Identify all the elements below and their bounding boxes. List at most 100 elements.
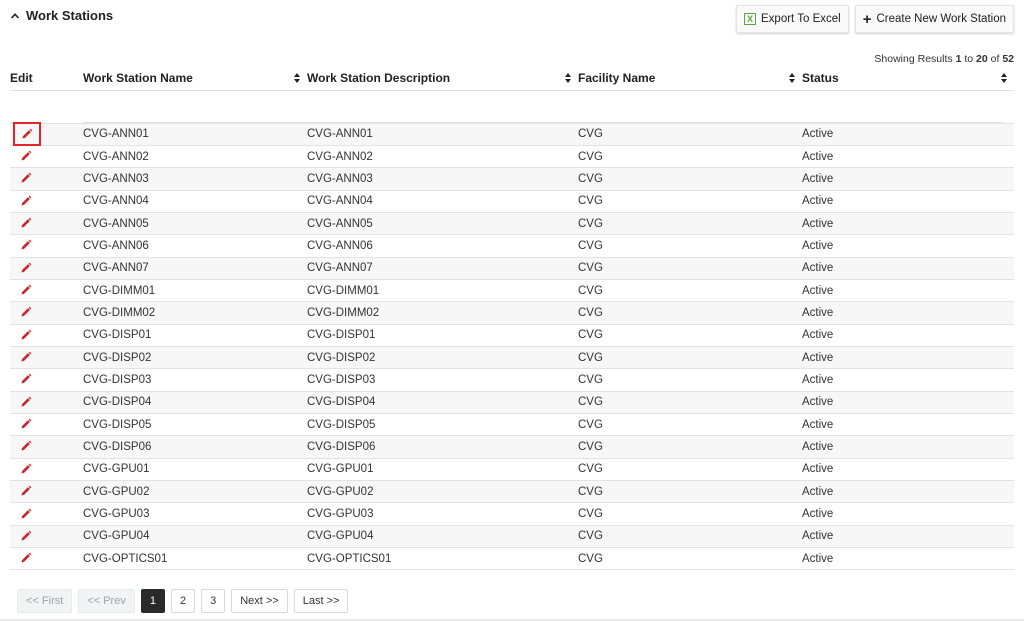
sort-icon[interactable] — [293, 72, 301, 84]
column-header-status[interactable]: Status — [802, 66, 1014, 90]
filter-cell-description — [307, 89, 578, 123]
sort-icon[interactable] — [1000, 72, 1008, 84]
work-station-name-cell: CVG-GPU01 — [83, 457, 307, 481]
facility-name-cell: CVG — [578, 301, 802, 325]
sort-icon[interactable] — [788, 72, 796, 84]
status-cell: Active — [802, 547, 1014, 571]
table-row: CVG-GPU04 CVG-GPU04 CVG Active — [10, 524, 1014, 548]
work-station-name-cell: CVG-DIMM02 — [83, 301, 307, 325]
results-of-word: of — [990, 53, 1000, 65]
table-row: CVG-ANN06 CVG-ANN06 CVG Active — [10, 234, 1014, 258]
work-station-description-cell: CVG-ANN04 — [307, 189, 578, 213]
edit-pencil-icon[interactable] — [16, 304, 36, 320]
work-station-name-cell: CVG-GPU02 — [83, 479, 307, 503]
edit-cell — [10, 256, 83, 280]
filter-facility-input[interactable] — [578, 98, 802, 123]
edit-cell — [10, 189, 83, 213]
status-cell: Active — [802, 323, 1014, 347]
column-header-description[interactable]: Work Station Description — [307, 66, 578, 90]
column-label: Edit — [10, 70, 33, 85]
edit-pencil-icon[interactable] — [16, 260, 36, 276]
next-page-button[interactable]: Next >> — [231, 589, 288, 613]
work-station-description-cell: CVG-ANN07 — [307, 256, 578, 280]
facility-name-cell: CVG — [578, 547, 802, 571]
edit-pencil-icon[interactable] — [16, 215, 36, 231]
facility-name-cell: CVG — [578, 390, 802, 414]
table-row: CVG-ANN02 CVG-ANN02 CVG Active — [10, 144, 1014, 168]
edit-pencil-icon[interactable] — [16, 371, 36, 387]
edit-pencil-icon[interactable] — [16, 416, 36, 432]
status-cell: Active — [802, 167, 1014, 191]
work-station-name-cell: CVG-ANN07 — [83, 256, 307, 280]
work-station-description-cell: CVG-ANN06 — [307, 234, 578, 258]
facility-name-cell: CVG — [578, 278, 802, 302]
edit-pencil-icon[interactable] — [16, 461, 36, 477]
work-station-description-cell: CVG-DISP05 — [307, 412, 578, 436]
table-row: CVG-DISP05 CVG-DISP05 CVG Active — [10, 412, 1014, 436]
export-to-excel-button[interactable]: X Export To Excel — [736, 5, 849, 33]
edit-pencil-icon[interactable] — [16, 349, 36, 365]
page-3-button[interactable]: 3 — [201, 589, 226, 613]
edit-cell — [10, 167, 83, 191]
first-page-button[interactable]: << First — [17, 589, 73, 613]
facility-name-cell: CVG — [578, 435, 802, 459]
page-1-button[interactable]: 1 — [140, 589, 165, 613]
table-row: CVG-GPU02 CVG-GPU02 CVG Active — [10, 479, 1014, 503]
status-cell: Active — [802, 368, 1014, 392]
edit-pencil-icon[interactable] — [16, 193, 36, 209]
table-row: CVG-ANN01 CVG-ANN01 CVG Active — [10, 122, 1014, 147]
toolbar: X Export To Excel + Create New Work Stat… — [736, 5, 1014, 33]
filter-description-input[interactable] — [307, 98, 578, 123]
edit-cell — [10, 479, 83, 503]
work-station-name-cell: CVG-DIMM01 — [83, 278, 307, 302]
edit-pencil-icon[interactable] — [16, 148, 36, 164]
filter-name-input[interactable] — [83, 98, 307, 123]
work-station-description-cell: CVG-DISP06 — [307, 435, 578, 459]
plus-icon: + — [862, 10, 872, 28]
table-row: CVG-DISP06 CVG-DISP06 CVG Active — [10, 435, 1014, 459]
edit-pencil-icon[interactable] — [16, 528, 36, 544]
edit-pencil-icon[interactable] — [16, 483, 36, 499]
filter-cell-edit — [10, 89, 83, 123]
column-header-edit: Edit — [10, 66, 83, 90]
edit-cell — [10, 524, 83, 548]
column-header-facility[interactable]: Facility Name — [578, 66, 802, 90]
sort-icon[interactable] — [564, 72, 572, 84]
edit-pencil-icon[interactable] — [16, 237, 36, 253]
facility-name-cell: CVG — [578, 323, 802, 347]
section-toggle[interactable]: Work Stations — [10, 8, 113, 23]
edit-pencil-icon[interactable] — [16, 170, 36, 186]
edit-cell — [10, 323, 83, 347]
facility-name-cell: CVG — [578, 479, 802, 503]
facility-name-cell: CVG — [578, 234, 802, 258]
edit-pencil-icon[interactable] — [16, 327, 36, 343]
prev-page-button[interactable]: << Prev — [78, 589, 135, 613]
results-summary: Showing Results 1 to 20 of 52 — [874, 53, 1014, 65]
work-station-name-cell: CVG-ANN05 — [83, 211, 307, 235]
edit-pencil-icon[interactable] — [16, 550, 36, 566]
excel-icon: X — [744, 13, 756, 25]
filter-status-input[interactable] — [802, 98, 1002, 123]
table-row: CVG-DISP01 CVG-DISP01 CVG Active — [10, 323, 1014, 347]
table-row: CVG-DISP02 CVG-DISP02 CVG Active — [10, 345, 1014, 369]
edit-pencil-icon[interactable] — [16, 394, 36, 410]
create-work-station-button[interactable]: + Create New Work Station — [854, 5, 1014, 33]
table-row: CVG-DIMM01 CVG-DIMM01 CVG Active — [10, 278, 1014, 302]
column-label: Status — [802, 70, 839, 85]
edit-cell — [10, 345, 83, 369]
edit-pencil-icon[interactable] — [16, 506, 36, 522]
facility-name-cell: CVG — [578, 345, 802, 369]
edit-cell — [10, 547, 83, 571]
status-cell: Active — [802, 211, 1014, 235]
results-from: 1 — [955, 53, 962, 65]
status-cell: Active — [802, 345, 1014, 369]
last-page-button[interactable]: Last >> — [293, 589, 349, 613]
edit-pencil-icon[interactable] — [13, 122, 41, 147]
work-station-name-cell: CVG-DISP01 — [83, 323, 307, 347]
page-2-button[interactable]: 2 — [170, 589, 196, 613]
edit-pencil-icon[interactable] — [16, 282, 36, 298]
work-station-name-cell: CVG-OPTICS01 — [83, 547, 307, 571]
column-header-name[interactable]: Work Station Name — [83, 66, 307, 90]
table-row: CVG-ANN07 CVG-ANN07 CVG Active — [10, 256, 1014, 280]
edit-pencil-icon[interactable] — [16, 438, 36, 454]
